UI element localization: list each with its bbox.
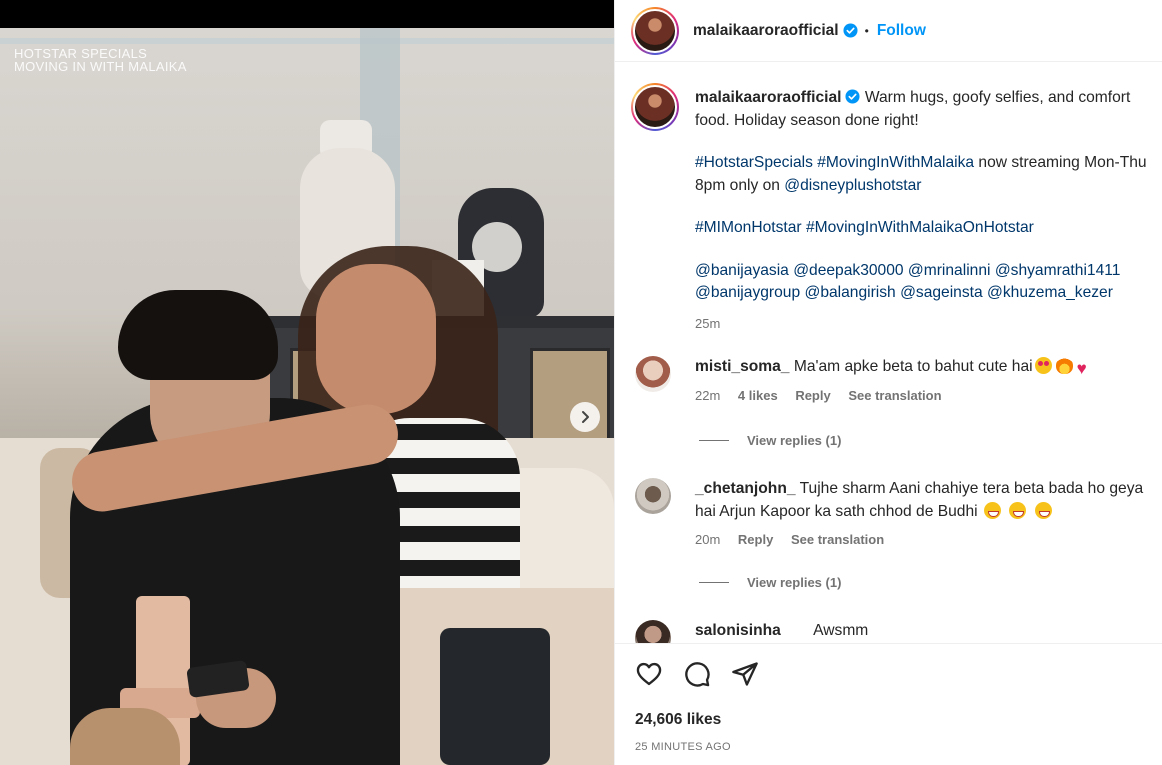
media-top-bar (0, 0, 614, 28)
replies-divider (699, 440, 729, 441)
hashtag-link[interactable]: #HotstarSpecials (695, 154, 813, 171)
overlay-line-2: MOVING IN WITH MALAIKA (14, 59, 187, 74)
red-heart-emoji-icon: ♥ (1076, 359, 1087, 378)
post-photo[interactable] (0, 28, 614, 765)
mention-link[interactable]: @mrinalinni (908, 262, 991, 279)
photo-side-table (70, 708, 180, 765)
commenter-avatar[interactable] (635, 478, 671, 514)
verified-badge-icon (843, 23, 858, 38)
heart-eyes-emoji-icon (1034, 357, 1052, 374)
grinning-emoji-icon (983, 501, 1001, 519)
header-separator: • (864, 23, 869, 38)
post-media[interactable]: HOTSTAR SPECIALS MOVING IN WITH MALAIKA (0, 0, 614, 765)
photo-wall-molding (0, 38, 614, 44)
share-button[interactable] (731, 660, 759, 688)
post-header: malaikaaroraofficial • Follow (615, 0, 1162, 62)
comment-body: salonisinha Awsmm (695, 620, 1155, 643)
comment-reply-button[interactable]: Reply (738, 532, 773, 547)
instagram-post-modal: HOTSTAR SPECIALS MOVING IN WITH MALAIKA … (0, 0, 1162, 765)
comment-text: Awsmm (813, 622, 869, 639)
comments-scroll-area[interactable]: malaikaaroraofficial Warm hugs, goofy se… (615, 63, 1162, 643)
view-replies-label: View replies (1) (747, 575, 842, 590)
comment-meta: 20m Reply See translation (695, 529, 1155, 552)
photo-bag (440, 628, 550, 765)
caption-avatar[interactable] (631, 83, 679, 131)
comment-meta: 22m 4 likes Reply See translation (695, 385, 1155, 408)
caption-body: malaikaaroraofficial Warm hugs, goofy se… (695, 87, 1161, 335)
comment-body: misti_soma_ Ma'am apke beta to bahut cut… (695, 356, 1155, 407)
hashtag-link[interactable]: #MIMonHotstar (695, 219, 802, 236)
see-translation-button[interactable]: See translation (791, 532, 884, 547)
comment-body: _chetanjohn_ Tujhe sharm Aani chahiye te… (695, 478, 1155, 552)
like-button[interactable] (635, 660, 663, 688)
comment-reply-button[interactable]: Reply (795, 388, 830, 403)
caption-time[interactable]: 25m (695, 313, 1161, 336)
mention-link[interactable]: @khuzema_kezer (987, 284, 1113, 301)
comment-time[interactable]: 22m (695, 388, 720, 403)
author-username[interactable]: malaikaaroraofficial (693, 22, 839, 40)
caption-paragraph-3: #MIMonHotstar #MovingInWithMalaikaOnHots… (695, 217, 1161, 240)
view-replies-label: View replies (1) (747, 433, 842, 448)
verified-badge-icon (845, 89, 861, 104)
comment-button[interactable] (683, 660, 711, 688)
see-translation-button[interactable]: See translation (848, 388, 941, 403)
next-media-button[interactable] (570, 402, 600, 432)
mention-link[interactable]: @balangirish (804, 284, 895, 301)
comment-icon (685, 662, 710, 687)
comment-username[interactable]: misti_soma_ (695, 358, 789, 375)
heart-icon (636, 662, 662, 686)
photo-boy-hair (118, 290, 278, 380)
media-overlay-text: HOTSTAR SPECIALS MOVING IN WITH MALAIKA (14, 47, 187, 73)
likes-count[interactable]: 24,606 likes (635, 711, 721, 729)
mention-link[interactable]: @banijayasia (695, 262, 789, 279)
caption-username[interactable]: malaikaaroraofficial (695, 89, 841, 106)
photo-woman-face (316, 264, 436, 414)
hashtag-link[interactable]: #MovingInWithMalaika (817, 154, 974, 171)
grinning-emoji-icon (1034, 501, 1052, 519)
comment-username[interactable]: _chetanjohn_ (695, 480, 796, 497)
author-avatar[interactable] (631, 6, 679, 55)
mention-link[interactable]: @disneyplushotstar (784, 177, 921, 194)
mention-link[interactable]: @deepak30000 (793, 262, 903, 279)
replies-divider (699, 582, 729, 583)
comment-likes[interactable]: 4 likes (738, 388, 778, 403)
commenter-avatar[interactable] (635, 620, 671, 643)
view-replies-button[interactable]: View replies (1) (699, 433, 841, 448)
comment-time[interactable]: 20m (695, 532, 720, 547)
commenter-avatar[interactable] (635, 356, 671, 392)
grinning-emoji-icon (1009, 501, 1027, 519)
view-replies-button[interactable]: View replies (1) (699, 575, 841, 590)
post-timestamp[interactable]: 25 MINUTES AGO (635, 741, 731, 753)
chevron-right-icon (582, 411, 589, 423)
caption-mentions: @banijayasia @deepak30000 @mrinalinni @s… (695, 260, 1161, 305)
comment-username[interactable]: salonisinha (695, 622, 781, 639)
mention-link[interactable]: @banijaygroup (695, 284, 800, 301)
fire-emoji-icon (1055, 357, 1073, 374)
share-icon (732, 662, 758, 686)
caption-paragraph-2: #HotstarSpecials #MovingInWithMalaika no… (695, 152, 1161, 197)
follow-button[interactable]: Follow (877, 22, 926, 40)
hashtag-link[interactable]: #MovingInWithMalaikaOnHotstar (806, 219, 1034, 236)
mention-link[interactable]: @sageinsta (900, 284, 983, 301)
post-actions: 24,606 likes 25 MINUTES AGO (615, 643, 1162, 765)
mention-link[interactable]: @shyamrathi1411 (995, 262, 1121, 279)
post-sidebar: malaikaaroraofficial • Follow malaikaaro… (614, 0, 1162, 765)
comment-text: Ma'am apke beta to bahut cute hai (793, 358, 1033, 375)
action-icons (635, 660, 759, 688)
